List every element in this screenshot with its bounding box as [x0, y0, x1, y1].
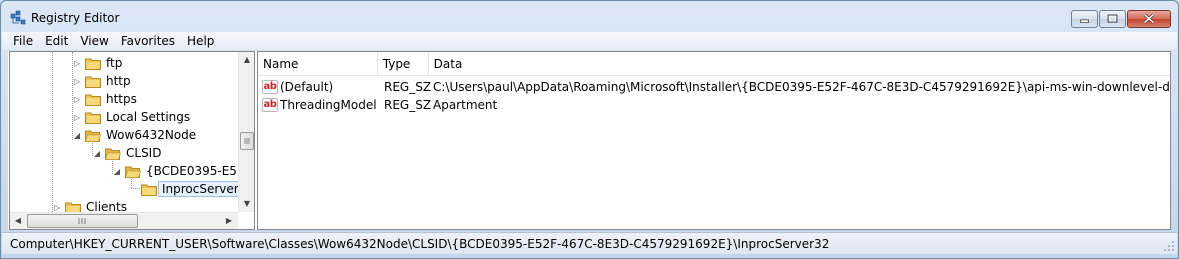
tree-item-ftp[interactable]: ▷ ftp — [72, 54, 122, 72]
menu-edit[interactable]: Edit — [39, 34, 74, 48]
maximize-button[interactable] — [1099, 10, 1126, 28]
tree-item-label: {BCDE0395-E52F- — [146, 164, 238, 178]
collapse-arrow-icon[interactable]: ◢ — [72, 131, 82, 140]
value-name-cell: ab (Default) — [258, 80, 380, 94]
value-row[interactable]: ab (Default) REG_SZ C:\Users\paul\AppDat… — [258, 78, 1170, 96]
value-row[interactable]: ab ThreadingModel REG_SZ Apartment — [258, 96, 1170, 114]
folder-icon — [65, 202, 81, 212]
expand-arrow-icon[interactable]: ▷ — [72, 59, 82, 68]
string-value-icon: ab — [262, 80, 278, 94]
tree-item-label: CLSID — [126, 146, 162, 160]
expand-arrow-icon[interactable]: ▷ — [52, 203, 62, 212]
tree-item-label: Wow6432Node — [106, 128, 197, 142]
tree-item-label: https — [106, 92, 137, 106]
window-title: Registry Editor — [31, 11, 120, 25]
expand-arrow-icon[interactable]: ▷ — [72, 77, 82, 86]
list-header: Name Type Data — [258, 52, 1170, 76]
pane-splitter[interactable] — [255, 51, 256, 230]
status-path: Computer\HKEY_CURRENT_USER\Software\Clas… — [10, 237, 830, 251]
maximize-icon — [1107, 14, 1118, 23]
expand-arrow-icon[interactable]: ▷ — [72, 113, 82, 122]
key-tree-pane[interactable]: ▷ ftp ▷ http ▷ https ▷ Local Settings ◢ … — [9, 51, 255, 230]
collapse-arrow-icon[interactable]: ◢ — [112, 167, 122, 176]
scroll-up-icon[interactable]: ▲ — [239, 52, 254, 68]
menu-view[interactable]: View — [74, 34, 114, 48]
value-name: (Default) — [280, 80, 334, 94]
minimize-button[interactable] — [1071, 10, 1098, 28]
folder-icon — [85, 94, 101, 106]
tree-item-label: ftp — [106, 56, 123, 70]
value-data: C:\Users\paul\AppData\Roaming\Microsoft\… — [433, 80, 1170, 94]
registry-editor-window: Registry Editor File Edit View Favorites… — [0, 0, 1179, 259]
close-icon — [1143, 13, 1155, 24]
client-area: ▷ ftp ▷ http ▷ https ▷ Local Settings ◢ … — [8, 51, 1171, 230]
scroll-down-icon[interactable]: ▼ — [239, 196, 254, 212]
minimize-icon — [1080, 19, 1089, 23]
tree-item-label: http — [106, 74, 131, 88]
menu-file[interactable]: File — [7, 34, 39, 48]
tree-item-wow6432node[interactable]: ◢ Wow6432Node — [72, 126, 196, 144]
key-tree[interactable]: ▷ ftp ▷ http ▷ https ▷ Local Settings ◢ … — [10, 52, 238, 212]
value-type: REG_SZ — [384, 98, 431, 112]
column-header-name[interactable]: Name — [258, 52, 378, 76]
tree-guide — [131, 188, 140, 189]
status-bar: Computer\HKEY_CURRENT_USER\Software\Clas… — [2, 232, 1177, 254]
column-header-data[interactable]: Data — [429, 52, 1170, 76]
tree-item-inprocserver32[interactable]: InprocServer3 — [141, 180, 238, 198]
tree-item-label: InprocServer3 — [158, 181, 238, 197]
collapse-arrow-icon[interactable]: ◢ — [92, 149, 102, 158]
close-button[interactable] — [1127, 10, 1171, 28]
string-value-icon: ab — [262, 98, 278, 112]
scroll-thumb[interactable] — [240, 132, 254, 150]
folder-icon — [85, 76, 101, 88]
tree-item-label: Clients — [86, 200, 127, 212]
folder-icon — [85, 58, 101, 70]
scroll-thumb[interactable] — [27, 214, 138, 228]
menu-help[interactable]: Help — [181, 34, 220, 48]
grip-icon — [244, 138, 250, 144]
tree-vertical-scrollbar[interactable]: ▲ ▼ — [238, 52, 254, 212]
tree-item-clients[interactable]: ▷ Clients — [52, 198, 127, 212]
scroll-left-icon[interactable]: ◀ — [10, 213, 26, 229]
tree-item-http[interactable]: ▷ http — [72, 72, 131, 90]
scroll-right-icon[interactable]: ▶ — [221, 213, 237, 229]
open-folder-icon — [105, 148, 121, 160]
caption-buttons — [1071, 10, 1171, 28]
menu-bar: File Edit View Favorites Help — [2, 32, 1177, 50]
value-list-pane[interactable]: Name Type Data ab (Default) REG_SZ C:\Us… — [257, 51, 1171, 230]
folder-icon — [85, 112, 101, 124]
menu-favorites[interactable]: Favorites — [115, 34, 181, 48]
registry-editor-icon — [10, 10, 26, 25]
title-bar[interactable]: Registry Editor — [1, 1, 1178, 33]
tree-item-clsid[interactable]: ◢ CLSID — [92, 144, 162, 162]
value-name: ThreadingModel — [280, 98, 377, 112]
tree-item-local-settings[interactable]: ▷ Local Settings — [72, 108, 190, 126]
tree-item-https[interactable]: ▷ https — [72, 90, 137, 108]
tree-item-label: Local Settings — [106, 110, 191, 124]
tree-horizontal-scrollbar[interactable]: ◀ ▶ — [10, 212, 238, 229]
value-data: Apartment — [433, 98, 498, 112]
open-folder-icon — [125, 166, 141, 178]
folder-icon — [141, 184, 157, 196]
tree-guide — [52, 52, 53, 212]
value-type: REG_SZ — [384, 80, 431, 94]
value-name-cell: ab ThreadingModel — [258, 98, 380, 112]
grip-icon — [78, 218, 86, 224]
column-header-type[interactable]: Type — [378, 52, 429, 76]
tree-item-bcde0395[interactable]: ◢ {BCDE0395-E52F- — [112, 162, 238, 180]
resize-grip-icon[interactable] — [1163, 240, 1175, 252]
open-folder-icon — [85, 130, 101, 142]
expand-arrow-icon[interactable]: ▷ — [72, 95, 82, 104]
